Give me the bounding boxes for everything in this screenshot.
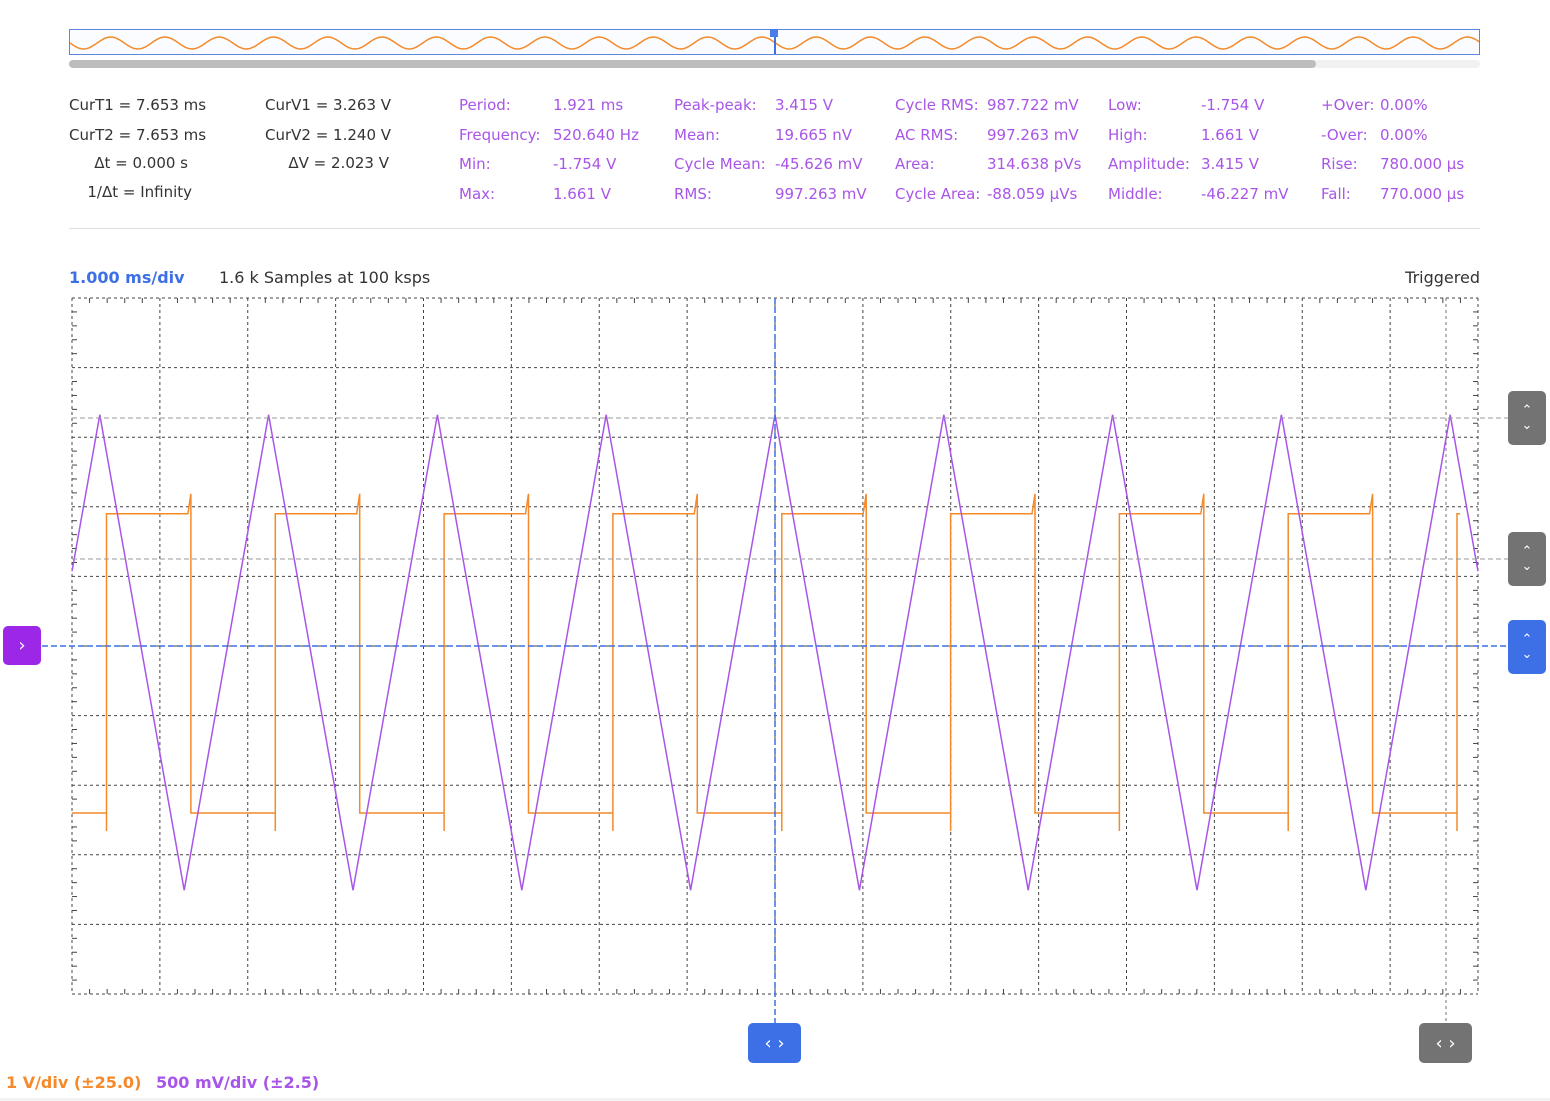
trigger-level-handle[interactable]: ⌃ ⌄ xyxy=(1508,620,1546,674)
chevron-up-icon: ⌃ xyxy=(1521,632,1533,647)
chevron-left-right-icon: ‹ › xyxy=(764,1032,785,1054)
chevron-up-icon: ⌃ xyxy=(1521,544,1533,559)
ch1-scale[interactable]: 1 V/div (±25.0) xyxy=(6,1073,141,1092)
ch1-level-handle[interactable]: ⌃ ⌄ xyxy=(1508,391,1546,445)
cursor-time-handle[interactable]: ‹ › xyxy=(1419,1023,1472,1063)
chevron-down-icon: ⌄ xyxy=(1521,647,1533,662)
trigger-position-handle[interactable]: ‹ › xyxy=(748,1023,801,1063)
chevron-right-icon: › xyxy=(18,635,26,656)
ch1-square-trace xyxy=(71,493,1460,831)
chevron-down-icon: ⌄ xyxy=(1521,418,1533,433)
ch2-offset-handle[interactable]: › xyxy=(3,626,41,665)
scope-plot[interactable] xyxy=(0,0,1550,1101)
ch2-scale[interactable]: 500 mV/div (±2.5) xyxy=(156,1073,319,1092)
chevron-down-icon: ⌄ xyxy=(1521,559,1533,574)
ch2-level-handle[interactable]: ⌃ ⌄ xyxy=(1508,532,1546,586)
oscilloscope-app: CurT1 = 7.653 ms CurT2 = 7.653 ms Δt = 0… xyxy=(0,0,1550,1101)
chevron-left-right-icon: ‹ › xyxy=(1435,1032,1456,1054)
chevron-up-icon: ⌃ xyxy=(1521,403,1533,418)
